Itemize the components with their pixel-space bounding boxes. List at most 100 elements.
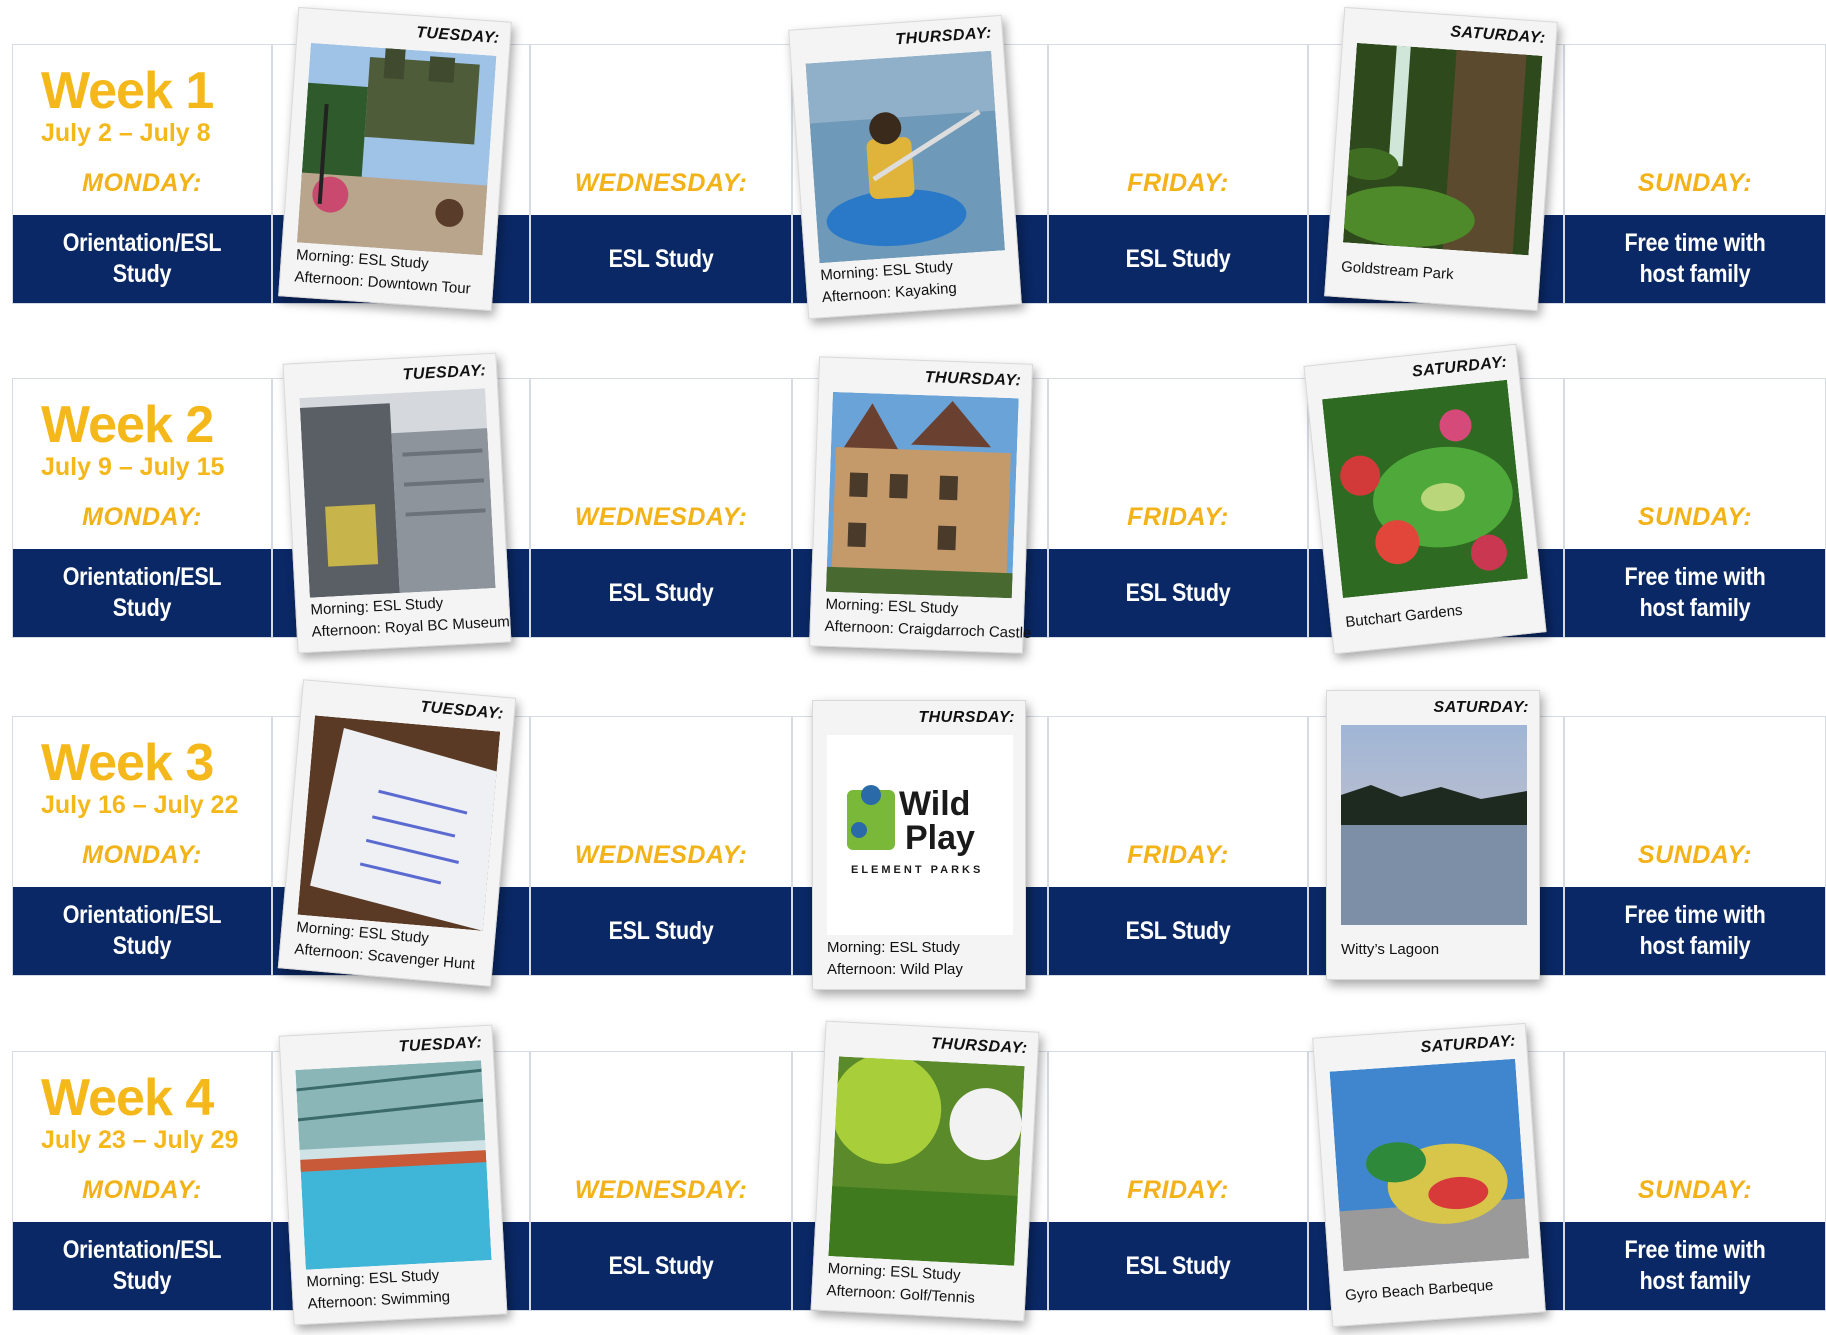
- friday-activity: ESL Study: [1125, 916, 1231, 945]
- svg-text:ELEMENT PARKS: ELEMENT PARKS: [851, 864, 983, 876]
- wednesday-cell: WEDNESDAY: ESL Study: [530, 378, 792, 638]
- week-dates: July 23 – July 29: [41, 1126, 239, 1154]
- monday-cell: Week 4 July 23 – July 29 MONDAY: Orienta…: [12, 1051, 272, 1311]
- wednesday-activity: ESL Study: [608, 244, 714, 273]
- wednesday-activity: ESL Study: [608, 916, 714, 945]
- day-label-friday: FRIDAY:: [1127, 503, 1229, 531]
- friday-cell: FRIDAY: ESL Study: [1048, 378, 1308, 638]
- friday-activity: ESL Study: [1125, 1251, 1231, 1280]
- saturday-photo-card: SATURDAY: Butchart Gardens: [1303, 343, 1547, 655]
- svg-text:Play: Play: [905, 819, 975, 857]
- wednesday-cell: WEDNESDAY: ESL Study: [530, 716, 792, 976]
- day-label-friday: FRIDAY:: [1127, 841, 1229, 869]
- photo-day-label: SATURDAY:: [1433, 699, 1529, 716]
- photo-caption-morning: Morning: ESL Study: [310, 594, 444, 619]
- monday-activity: Orientation/ESL Study: [62, 901, 222, 960]
- monday-cell: Week 2 July 9 – July 15 MONDAY: Orientat…: [12, 378, 272, 638]
- friday-activity: ESL Study: [1125, 578, 1231, 607]
- photo-caption: Goldstream Park: [1340, 258, 1455, 284]
- photo-day-label: TUESDAY:: [402, 362, 487, 384]
- kayak-photo: [805, 50, 1006, 264]
- thursday-photo-card: THURSDAY: Morning: ESL Study Afternoon: C…: [809, 356, 1033, 654]
- saturday-photo-card: SATURDAY: Goldstream Park: [1324, 6, 1558, 312]
- photo-caption-morning: Morning: ESL Study: [819, 257, 954, 285]
- photo-day-label: SATURDAY:: [1420, 1032, 1517, 1057]
- photo-day-label: THURSDAY:: [924, 369, 1022, 390]
- day-label-wednesday: WEDNESDAY:: [574, 503, 748, 531]
- day-label-monday: MONDAY:: [82, 841, 202, 869]
- sunday-activity: Free time with host family: [1624, 229, 1766, 288]
- photo-caption-afternoon: Afternoon: Royal BC Museum: [311, 613, 511, 641]
- thursday-photo-card: THURSDAY: Morning: ESL Study Afternoon: K…: [788, 14, 1022, 320]
- day-label-friday: FRIDAY:: [1127, 169, 1229, 197]
- day-label-monday: MONDAY:: [82, 503, 202, 531]
- photo-caption-morning: Morning: ESL Study: [295, 246, 430, 273]
- pool-photo: [295, 1060, 492, 1270]
- wednesday-cell: WEDNESDAY: ESL Study: [530, 44, 792, 304]
- photo-caption-afternoon: Afternoon: Golf/Tennis: [826, 1282, 976, 1307]
- svg-text:Wild: Wild: [899, 785, 970, 823]
- day-label-wednesday: WEDNESDAY:: [574, 169, 748, 197]
- tuesday-photo-card: TUESDAY: Morning: ESL Study Afternoon: Sc…: [277, 679, 517, 987]
- tuesday-photo-card: TUESDAY: Morning: ESL Study Afternoon: Ro…: [282, 352, 512, 654]
- week-title: Week 1: [41, 62, 214, 120]
- thursday-photo-card: THURSDAY: Wild Play ELEMENT PARKS Mornin…: [812, 700, 1026, 990]
- photo-caption-morning: Morning: ESL Study: [306, 1266, 440, 1291]
- day-label-sunday: SUNDAY:: [1637, 503, 1753, 531]
- museum-photo: [299, 388, 496, 598]
- photo-day-label: THURSDAY:: [918, 709, 1015, 726]
- thursday-photo-card: THURSDAY: Morning: ESL Study Afternoon: G…: [810, 1020, 1040, 1322]
- photo-caption-morning: Morning: ESL Study: [827, 939, 960, 956]
- sunday-cell: SUNDAY: Free time with host family: [1564, 44, 1826, 304]
- sunday-cell: SUNDAY: Free time with host family: [1564, 1051, 1826, 1311]
- photo-day-label: TUESDAY:: [419, 698, 505, 723]
- photo-day-label: THURSDAY:: [930, 1035, 1028, 1058]
- day-label-wednesday: WEDNESDAY:: [574, 1176, 748, 1204]
- photo-day-label: TUESDAY:: [415, 24, 501, 47]
- monday-activity: Orientation/ESL Study: [62, 563, 222, 622]
- wednesday-activity: ESL Study: [608, 1251, 714, 1280]
- wednesday-activity: ESL Study: [608, 578, 714, 607]
- saturday-photo-card: SATURDAY: Witty’s Lagoon: [1326, 690, 1540, 980]
- day-label-monday: MONDAY:: [82, 169, 202, 197]
- photo-day-label: TUESDAY:: [398, 1034, 483, 1056]
- golf-tennis-photo: [828, 1056, 1025, 1266]
- tuesday-photo-card: TUESDAY: Morning: ESL Study Afternoon: Sw…: [278, 1024, 508, 1326]
- week-title: Week 3: [41, 734, 214, 792]
- tuesday-photo-card: TUESDAY: Morning: ESL Study Afternoon: Do…: [278, 6, 512, 312]
- day-label-sunday: SUNDAY:: [1637, 169, 1753, 197]
- photo-caption-afternoon: Afternoon: Scavenger Hunt: [293, 940, 476, 974]
- photo-day-label: THURSDAY:: [894, 24, 993, 49]
- monday-cell: Week 1 July 2 – July 8 MONDAY: Orientati…: [12, 44, 272, 304]
- sunday-activity: Free time with host family: [1624, 1236, 1766, 1295]
- photo-caption: Gyro Beach Barbeque: [1344, 1276, 1494, 1305]
- day-label-monday: MONDAY:: [82, 1176, 202, 1204]
- lagoon-photo: [1341, 725, 1527, 925]
- wednesday-cell: WEDNESDAY: ESL Study: [530, 1051, 792, 1311]
- week-title: Week 4: [41, 1069, 214, 1127]
- sunday-cell: SUNDAY: Free time with host family: [1564, 716, 1826, 976]
- photo-caption-afternoon: Afternoon: Downtown Tour: [293, 268, 472, 298]
- photo-caption-afternoon: Afternoon: Kayaking: [821, 279, 958, 307]
- friday-cell: FRIDAY: ESL Study: [1048, 716, 1308, 976]
- friday-cell: FRIDAY: ESL Study: [1048, 1051, 1308, 1311]
- week-dates: July 2 – July 8: [41, 119, 211, 147]
- saturday-photo-card: SATURDAY: Gyro Beach Barbeque: [1312, 1022, 1546, 1328]
- photo-caption-afternoon: Afternoon: Swimming: [307, 1288, 451, 1313]
- monday-activity: Orientation/ESL Study: [62, 229, 222, 288]
- downtown-photo: [296, 42, 497, 256]
- photo-caption-afternoon: Afternoon: Wild Play: [827, 961, 963, 978]
- week-dates: July 16 – July 22: [41, 791, 239, 819]
- photo-day-label: SATURDAY:: [1449, 23, 1547, 47]
- beach-sculpture-photo: [1329, 1058, 1530, 1272]
- photo-caption-morning: Morning: ESL Study: [827, 1260, 961, 1284]
- photo-caption-afternoon: Afternoon: Craigdarroch Castle: [824, 617, 1032, 642]
- forest-photo: [1342, 42, 1543, 256]
- monday-cell: Week 3 July 16 – July 22 MONDAY: Orienta…: [12, 716, 272, 976]
- day-label-wednesday: WEDNESDAY:: [574, 841, 748, 869]
- friday-cell: FRIDAY: ESL Study: [1048, 44, 1308, 304]
- photo-caption-morning: Morning: ESL Study: [825, 595, 959, 618]
- gardens-photo: [1322, 379, 1528, 599]
- photo-caption: Butchart Gardens: [1344, 601, 1464, 631]
- photo-caption: Witty’s Lagoon: [1341, 941, 1440, 958]
